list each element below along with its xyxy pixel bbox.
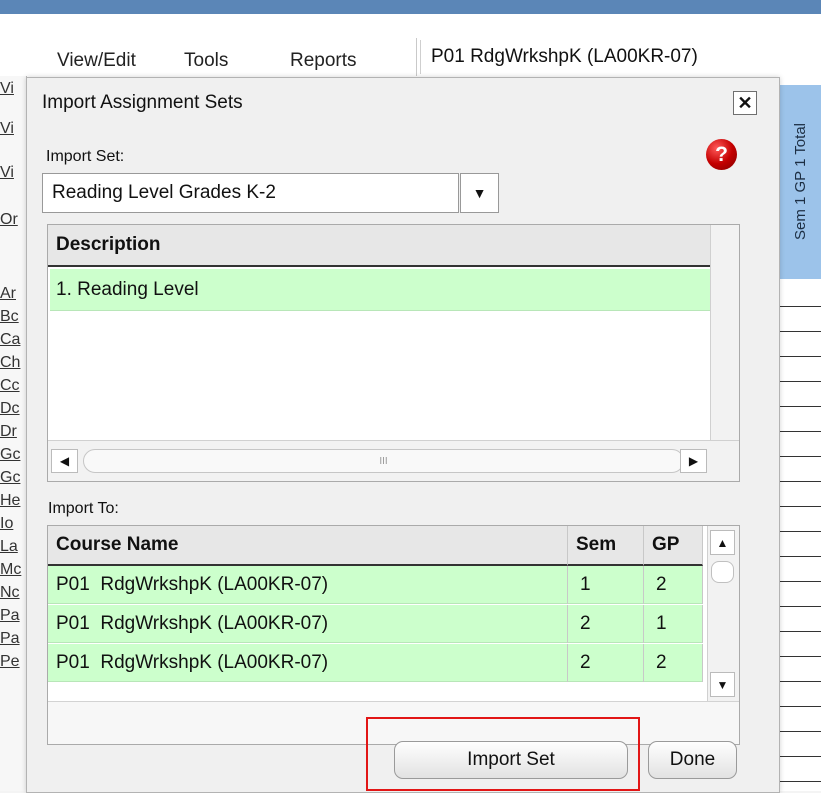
left-fragment: Mc (0, 561, 22, 578)
left-student-list: Vi Vi Vi Or Ar Bc Ca Ch Cc Dc Dr Gc Gc H… (0, 76, 27, 791)
grade-row-line (779, 531, 821, 532)
left-fragment: Ch (0, 354, 21, 371)
table-row[interactable]: P01 RdgWrkshpK (LA00KR-07) 1 2 (48, 566, 703, 604)
gp-cell: 2 (644, 644, 703, 682)
chevron-left-icon: ◀ (59, 454, 70, 468)
grade-row-line (779, 606, 821, 607)
help-button[interactable]: ? (706, 139, 737, 170)
done-button[interactable]: Done (648, 741, 737, 779)
description-horizontal-scrollbar[interactable]: ◀ III ▶ (48, 440, 739, 481)
course-name-header[interactable]: Course Name (48, 526, 568, 566)
grade-row-line (779, 756, 821, 757)
grade-row-line (779, 781, 821, 782)
vertical-scroll-thumb[interactable] (711, 561, 734, 583)
horizontal-scroll-thumb[interactable]: III (83, 449, 684, 473)
grade-row-line (779, 681, 821, 682)
course-cell: P01 RdgWrkshpK (LA00KR-07) (48, 605, 568, 643)
left-fragment: Pa (0, 630, 20, 647)
sem-cell: 1 (568, 566, 644, 604)
grade-row-line (779, 381, 821, 382)
left-fragment: Vi (0, 164, 14, 181)
grade-row-line (779, 556, 821, 557)
grade-row-line (779, 581, 821, 582)
gp-cell: 2 (644, 566, 703, 604)
grade-row-line (779, 656, 821, 657)
description-header: Description (48, 225, 713, 267)
sem-header[interactable]: Sem (568, 526, 644, 566)
grade-row-line (779, 406, 821, 407)
table-row[interactable]: P01 RdgWrkshpK (LA00KR-07) 2 2 (48, 644, 703, 682)
close-button[interactable]: ✕ (733, 91, 757, 115)
left-fragment: Or (0, 211, 18, 228)
close-icon: ✕ (737, 92, 753, 113)
import-to-table: Course Name Sem GP P01 RdgWrkshpK (LA00K… (47, 525, 740, 745)
left-fragment: Nc (0, 584, 20, 601)
left-fragment: Ca (0, 331, 21, 348)
import-vertical-scrollbar[interactable]: ▲ ▼ (707, 526, 739, 701)
grade-row-line (779, 456, 821, 457)
grade-row-line (779, 706, 821, 707)
course-cell: P01 RdgWrkshpK (LA00KR-07) (48, 566, 568, 604)
left-fragment: Vi (0, 120, 14, 137)
left-fragment: Bc (0, 308, 19, 325)
description-row[interactable]: 1. Reading Level (50, 269, 711, 311)
class-selector[interactable]: P01 RdgWrkshpK (LA00KR-07) (420, 40, 820, 74)
sem-cell: 2 (568, 605, 644, 643)
import-to-label: Import To: (48, 500, 119, 517)
left-fragment: He (0, 492, 21, 509)
menu-reports[interactable]: Reports (290, 50, 357, 72)
dialog-title: Import Assignment Sets (42, 92, 243, 113)
left-fragment: Dc (0, 400, 20, 417)
scroll-right-button[interactable]: ▶ (680, 449, 707, 473)
chevron-up-icon: ▲ (716, 535, 729, 550)
left-fragment: Vi (0, 80, 14, 97)
top-window-bar (0, 0, 821, 14)
import-set-select[interactable]: Reading Level Grades K-2 (42, 173, 459, 213)
left-fragment: Dr (0, 423, 17, 440)
grade-row-line (779, 631, 821, 632)
chevron-down-icon: ▼ (472, 185, 487, 201)
scroll-left-button[interactable]: ◀ (51, 449, 78, 473)
left-fragment: La (0, 538, 18, 555)
left-fragment: Gc (0, 446, 21, 463)
left-fragment: Pe (0, 653, 20, 670)
sem-cell: 2 (568, 644, 644, 682)
grade-row-line (779, 431, 821, 432)
help-icon: ? (715, 142, 728, 166)
description-vertical-scrollbar[interactable] (710, 225, 739, 440)
menu-separator (416, 38, 417, 76)
menu-view-edit[interactable]: View/Edit (57, 50, 136, 72)
grade-row-line (779, 356, 821, 357)
highlight-box (366, 717, 640, 791)
grade-row-line (779, 506, 821, 507)
grade-row-line (779, 331, 821, 332)
chevron-down-icon: ▼ (716, 677, 729, 692)
description-table: Description 1. Reading Level ◀ III ▶ (47, 224, 740, 482)
import-set-dropdown-button[interactable]: ▼ (460, 173, 499, 213)
left-fragment: Pa (0, 607, 20, 624)
left-fragment: Ar (0, 285, 16, 302)
grade-row-line (779, 731, 821, 732)
grade-row-line (779, 306, 821, 307)
left-fragment: Gc (0, 469, 21, 486)
grade-column-header-label: Sem 1 GP 1 Total (791, 123, 809, 241)
grade-column-header: Sem 1 GP 1 Total (778, 85, 821, 280)
scroll-down-button[interactable]: ▼ (710, 672, 735, 697)
menu-tools[interactable]: Tools (184, 50, 228, 72)
gp-header[interactable]: GP (644, 526, 703, 566)
import-set-label: Import Set: (46, 148, 125, 165)
scroll-grip-text: III (379, 455, 388, 467)
gp-cell: 1 (644, 605, 703, 643)
grade-row-line (779, 481, 821, 482)
chevron-right-icon: ▶ (688, 454, 699, 468)
course-cell: P01 RdgWrkshpK (LA00KR-07) (48, 644, 568, 682)
left-fragment: Io (0, 515, 14, 532)
grade-column-body (778, 279, 821, 791)
left-fragment: Cc (0, 377, 20, 394)
scroll-up-button[interactable]: ▲ (710, 530, 735, 555)
table-row[interactable]: P01 RdgWrkshpK (LA00KR-07) 2 1 (48, 605, 703, 643)
